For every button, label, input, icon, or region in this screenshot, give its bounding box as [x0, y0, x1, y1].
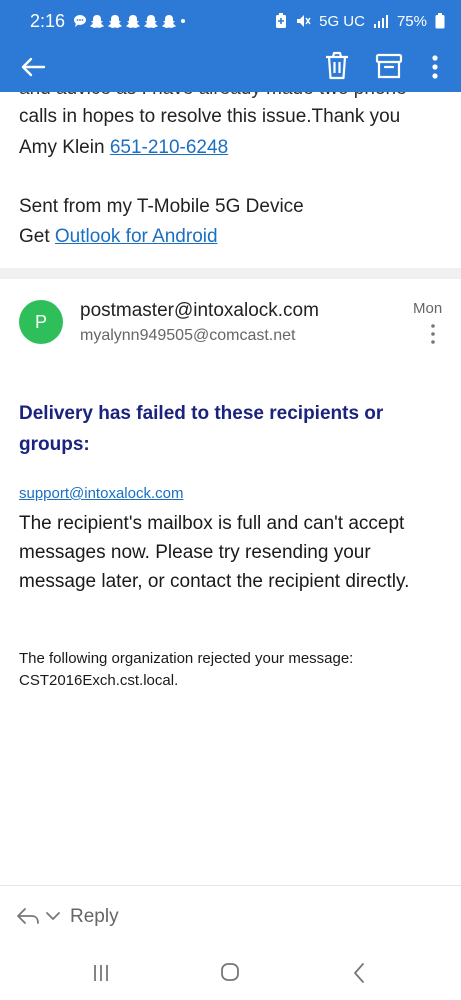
- system-nav-bar: [0, 945, 461, 1000]
- org-line-2: CST2016Exch.cst.local.: [19, 672, 179, 689]
- message-body-text: The recipient's mailbox is full and can'…: [19, 513, 410, 592]
- avatar[interactable]: P: [19, 300, 63, 344]
- back-icon[interactable]: [352, 962, 366, 984]
- get-prefix: Get: [19, 226, 50, 247]
- sender-address[interactable]: postmaster@intoxalock.com: [80, 300, 319, 322]
- more-vertical-icon[interactable]: [424, 52, 446, 82]
- recipient-address: myalynn949505@comcast.net: [80, 327, 296, 344]
- snapchat-icon: [162, 14, 177, 28]
- more-vertical-icon[interactable]: [427, 322, 439, 346]
- battery-icon: [435, 13, 445, 29]
- message-divider: [0, 268, 461, 279]
- mute-icon: [297, 15, 311, 27]
- organization-rejection: The following organization rejected your…: [19, 648, 449, 692]
- snapchat-icon: [126, 14, 141, 28]
- previous-message-body: and advice as I have already made two ph…: [0, 92, 461, 268]
- signal-icon: [373, 15, 388, 28]
- delivery-failed-title: Delivery has failed to these recipients …: [19, 403, 384, 455]
- home-icon[interactable]: [220, 962, 240, 982]
- notification-icons: [73, 14, 187, 29]
- signature-name: Amy Klein: [19, 137, 105, 158]
- status-time: 2:16: [30, 10, 66, 31]
- cut-off-line: and advice as I have already made two ph…: [19, 92, 407, 100]
- chevron-down-icon[interactable]: [45, 910, 61, 922]
- status-bar: 2:16 5G UC 75%: [0, 0, 461, 42]
- trash-icon[interactable]: [322, 50, 352, 82]
- recents-icon[interactable]: [92, 963, 110, 983]
- signature-line: Amy Klein 651-210-6248: [19, 137, 228, 159]
- dot-icon: [181, 19, 186, 23]
- snapchat-icon: [144, 14, 159, 28]
- message-toolbar: [0, 42, 461, 92]
- previous-message-line: calls in hopes to resolve this issue.Tha…: [19, 106, 401, 127]
- outlook-link[interactable]: Outlook for Android: [55, 226, 218, 247]
- battery-percent: 75%: [396, 12, 427, 30]
- reply-button[interactable]: Reply: [70, 906, 119, 928]
- org-line-1: The following organization rejected your…: [19, 650, 354, 667]
- reply-bar[interactable]: Reply: [0, 885, 461, 945]
- snapchat-icon: [108, 14, 123, 28]
- arrow-left-icon[interactable]: [18, 52, 48, 82]
- archive-icon[interactable]: [374, 50, 404, 82]
- snapchat-icon: [90, 14, 105, 28]
- status-right: 5G UC 75%: [275, 13, 445, 30]
- message-date: Mon: [413, 300, 443, 317]
- reply-icon[interactable]: [16, 906, 40, 926]
- sent-from-line: Sent from my T-Mobile 5G Device: [19, 196, 304, 217]
- phone-link[interactable]: 651-210-6248: [110, 137, 228, 158]
- network-label: 5G UC: [319, 12, 365, 30]
- battery-saver-icon: [276, 13, 287, 28]
- recipient-link[interactable]: support@intoxalock.com: [19, 485, 183, 502]
- get-outlook-line: Get Outlook for Android: [19, 226, 218, 248]
- message-header[interactable]: P postmaster@intoxalock.com myalynn94950…: [0, 280, 461, 370]
- chat-bubble-icon: [74, 15, 87, 27]
